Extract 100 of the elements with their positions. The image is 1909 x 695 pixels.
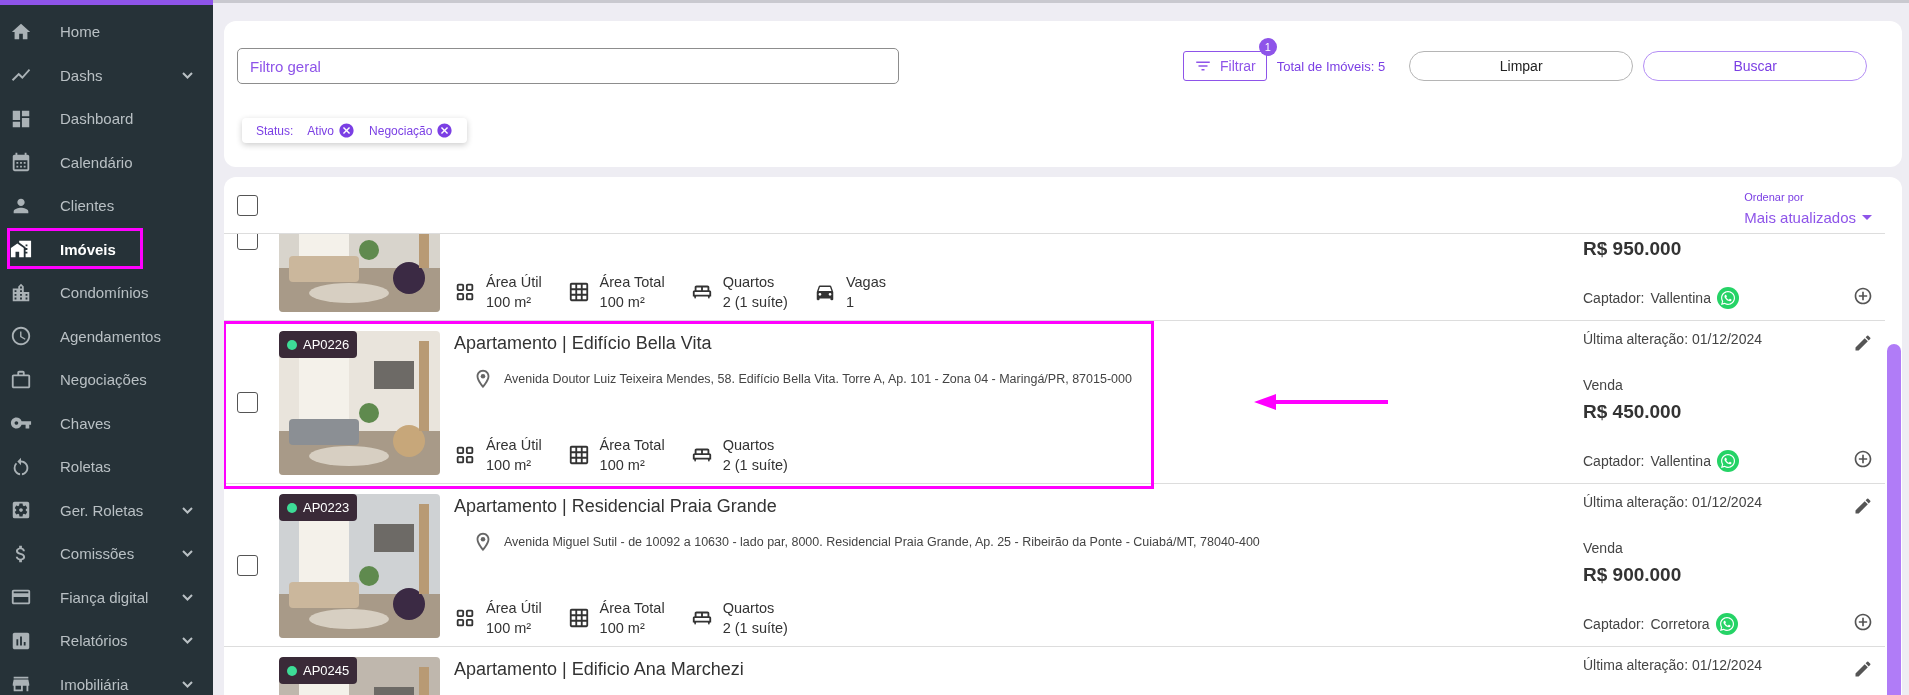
captador-label: Captador: xyxy=(1583,616,1645,632)
sidebar-item[interactable]: Dashboard xyxy=(0,97,213,141)
chevron-icon xyxy=(182,680,193,688)
sidebar-item[interactable]: Agendamentos xyxy=(0,314,213,358)
feature-value: 100 m² xyxy=(599,294,646,310)
sidebar-item[interactable]: Home xyxy=(0,10,213,54)
grid-icon xyxy=(454,444,476,466)
sidebar-item[interactable]: Condomínios xyxy=(0,271,213,315)
filter-value: Negociação xyxy=(369,123,433,138)
feature-value: 100 m² xyxy=(599,620,646,636)
feature-label: Área Útil xyxy=(486,600,542,616)
calendar-icon xyxy=(10,151,32,174)
grid-icon xyxy=(567,281,590,303)
edit-icon[interactable] xyxy=(1853,333,1873,353)
sidebar-item[interactable]: Negociações xyxy=(0,358,213,402)
sidebar-item[interactable]: Relatórios xyxy=(0,619,213,663)
captador-label: Captador: xyxy=(1583,453,1645,469)
clear-button[interactable]: Limpar xyxy=(1409,51,1634,81)
chevron-icon xyxy=(182,71,193,79)
feature-value: 100 m² xyxy=(486,294,533,310)
feature-value: 100 m² xyxy=(486,620,533,636)
search-field[interactable]: Filtro geral xyxy=(237,48,899,84)
scrollbar-thumb[interactable] xyxy=(1887,344,1901,695)
filter-value: Ativo xyxy=(307,123,335,138)
sidebar-item[interactable]: Dashs xyxy=(0,53,213,97)
add-icon[interactable] xyxy=(1853,612,1873,632)
price: R$ 950.000 xyxy=(1583,238,1683,260)
add-icon[interactable] xyxy=(1853,449,1873,469)
property-title[interactable]: Apartamento | Edifício Bella Vita xyxy=(454,333,1583,354)
deal-type: Venda xyxy=(1583,377,1624,393)
feature-label: Vagas xyxy=(845,274,886,290)
feature-value: 2 (1 suíte) xyxy=(722,457,788,473)
captador-name: Vallentina xyxy=(1650,290,1711,306)
edit-icon[interactable] xyxy=(1853,659,1873,679)
feature-value: 100 m² xyxy=(599,457,646,473)
sort-label: Ordenar por xyxy=(1744,190,1805,203)
sidebar-item[interactable]: Comissões xyxy=(0,532,213,576)
sidebar-item[interactable]: Calendário xyxy=(0,140,213,184)
last-updated: Última alteração: 01/12/2024 xyxy=(1583,494,1763,510)
sidebar-item[interactable]: Imóveis xyxy=(0,227,213,271)
select-all-checkbox[interactable] xyxy=(237,194,258,216)
feature-value: 1 xyxy=(845,294,855,310)
clock-icon xyxy=(10,325,32,348)
grid-icon xyxy=(454,281,476,303)
count-badge: 1 xyxy=(1258,38,1277,56)
chevron-icon xyxy=(182,506,193,514)
property-title[interactable]: Apartamento | Edificio Ana Marchezi xyxy=(454,659,1583,680)
grid-icon xyxy=(567,607,590,629)
captador-name: Vallentina xyxy=(1650,453,1711,469)
last-updated: Última alteração: 01/12/2024 xyxy=(1583,657,1763,673)
search-button[interactable]: Buscar xyxy=(1643,51,1868,81)
add-icon[interactable] xyxy=(1853,286,1873,306)
feature-value: 2 (1 suíte) xyxy=(722,294,788,310)
chevron-icon xyxy=(182,593,193,601)
remove-icon[interactable] xyxy=(436,122,454,139)
caret-icon xyxy=(1862,214,1872,220)
property-code: AP0226 xyxy=(279,331,358,358)
feature-value: 100 m² xyxy=(486,457,533,473)
edit-icon[interactable] xyxy=(1853,496,1873,516)
row-checkbox[interactable] xyxy=(237,391,258,413)
last-updated: Última alteração: 01/12/2024 xyxy=(1583,331,1763,347)
sidebar-item[interactable]: Fiança digital xyxy=(0,575,213,619)
property-address: Avenida Miguel Sutil - de 10092 a 10630 - lado par, 8000. Residencial Praia Grande, Ap. 25 - Ribeirão da Ponte - Cuiabá/MT, 78040-400 xyxy=(504,535,1260,549)
price: R$ 450.000 xyxy=(1583,401,1683,423)
sort-dropdown[interactable]: Mais atualizados xyxy=(1744,208,1872,226)
price: R$ 900.000 xyxy=(1583,564,1683,586)
total-count: Total de Imóveis: 5 xyxy=(1276,58,1386,74)
briefcase-icon xyxy=(10,368,32,391)
buildings-icon xyxy=(10,281,32,304)
feature-label: Quartos xyxy=(722,437,776,453)
chevron-icon xyxy=(182,550,193,558)
feature-label: Área Útil xyxy=(486,274,542,290)
property-code: AP0245 xyxy=(279,657,358,684)
sidebar-item[interactable]: Imobiliária xyxy=(0,662,213,695)
filter-button[interactable]: Filtrar xyxy=(1183,51,1267,81)
feature-label: Área Útil xyxy=(486,437,542,453)
remove-icon[interactable] xyxy=(338,122,356,139)
property-address: Avenida Doutor Luiz Teixeira Mendes, 58. Edifício Bella Vita. Torre A, Ap. 101 - Zona 04 - Maringá/PR, 87015-000 xyxy=(504,372,1132,386)
chevron-icon xyxy=(182,637,193,645)
feature-label: Quartos xyxy=(722,600,776,616)
row-checkbox[interactable] xyxy=(237,554,258,576)
grid-icon xyxy=(454,607,476,629)
property-code: AP0223 xyxy=(279,494,358,521)
feature-label: Área Total xyxy=(599,274,665,290)
captador-label: Captador: xyxy=(1583,290,1645,306)
property-title[interactable]: Apartamento | Residencial Praia Grande xyxy=(454,496,1583,517)
captador-name: Corretora xyxy=(1650,616,1710,632)
row-checkbox[interactable] xyxy=(237,234,258,250)
grid-icon xyxy=(567,444,590,466)
deal-type: Venda xyxy=(1583,540,1624,556)
feature-value: 2 (1 suíte) xyxy=(722,620,788,636)
sidebar-item[interactable]: Roletas xyxy=(0,445,213,489)
arrow-icon xyxy=(1254,394,1388,410)
feature-label: Área Total xyxy=(599,437,665,453)
feature-label: Área Total xyxy=(599,600,665,616)
sidebar-item[interactable]: Chaves xyxy=(0,401,213,445)
feature-label: Quartos xyxy=(722,274,776,290)
chip-label: Status: xyxy=(256,123,294,138)
sidebar-item[interactable]: Clientes xyxy=(0,184,213,228)
sidebar-item[interactable]: Ger. Roletas xyxy=(0,488,213,532)
